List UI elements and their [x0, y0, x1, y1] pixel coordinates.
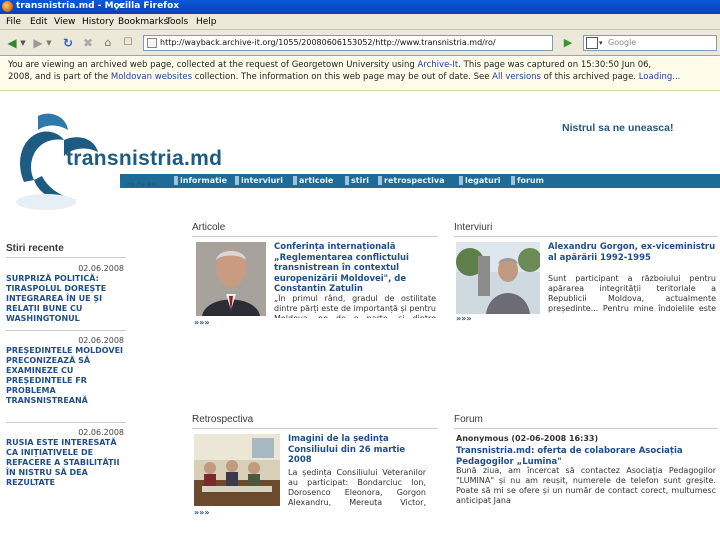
wayback-text: You are viewing an archived web page, co…: [8, 60, 418, 70]
forum-author: Anonymous (02-06-2008 16:33): [456, 434, 599, 443]
nav-separator: [459, 176, 463, 185]
wayback-text: collection. The information on this web …: [192, 72, 493, 82]
nav-separator: [293, 176, 297, 185]
news-title-link[interactable]: PREȘEDINTELE MOLDOVEI PRECONIZEAZĂ SĂ EX…: [6, 346, 126, 406]
google-icon[interactable]: [586, 37, 598, 49]
divider: [192, 428, 438, 429]
navigation-toolbar: ◀ ▼ ▶ ▼ ↻ ✖ ⌂ ☐ http://wayback.archive-i…: [0, 30, 720, 56]
menu-tools[interactable]: Tools: [166, 17, 188, 27]
stiri-heading: Stiri recente: [6, 243, 64, 254]
retrospective-photo[interactable]: [194, 434, 280, 506]
search-placeholder: Google: [608, 38, 637, 47]
interview-more-link[interactable]: »»»: [456, 314, 472, 323]
divider: [6, 422, 126, 423]
chevron-down-icon[interactable]: ▾: [599, 36, 603, 50]
divider: [192, 236, 438, 237]
stop-icon[interactable]: ✖: [80, 35, 96, 51]
interview-title-link[interactable]: Alexandru Gorgon, ex-viceministru al apă…: [548, 242, 716, 263]
menu-edit[interactable]: Edit: [30, 17, 47, 27]
news-date: 02.06.2008: [78, 336, 124, 345]
site-nav-legaturi[interactable]: legaturi: [465, 176, 501, 185]
wayback-line-1: You are viewing an archived web page, co…: [8, 59, 720, 71]
menu-bookmarks[interactable]: Bookmarks: [118, 17, 168, 27]
back-arrow-icon[interactable]: ◀: [4, 35, 20, 51]
news-date: 02.06.2008: [78, 428, 124, 437]
bookmark-icon[interactable]: ☐: [120, 35, 136, 51]
go-arrow-icon[interactable]: ▶: [560, 35, 576, 51]
page-icon: [147, 38, 157, 48]
nav-separator: [345, 176, 349, 185]
site-nav-articole[interactable]: articole: [299, 176, 333, 185]
divider: [6, 330, 126, 331]
site-nav-interviuri[interactable]: interviuri: [241, 176, 283, 185]
firefox-icon: [2, 1, 13, 12]
articole-heading: Articole: [192, 222, 226, 233]
archive-it-link[interactable]: Archive-It: [418, 60, 459, 70]
news-title-link[interactable]: RUSIA ESTE INTERESATĂ CA INIȚIATIVELE DE…: [6, 438, 126, 488]
window-title: transnistria.md - Mozilla Firefox: [16, 1, 180, 11]
wayback-text: 2008, and is part of the: [8, 72, 111, 82]
retrospectiva-heading: Retrospectiva: [192, 414, 254, 425]
url-text: http://wayback.archive-it.org/1055/20080…: [160, 38, 496, 47]
window-titlebar: transnistria.md - Mozilla Firefox ➚: [0, 0, 720, 14]
wayback-text: of this archived page.: [540, 72, 639, 82]
wayback-text: . This page was captured on 15:30:50 Jun…: [458, 60, 652, 70]
nav-separator: [511, 176, 515, 185]
forum-post-title-link[interactable]: Transnistria.md: oferta de colaborare As…: [456, 446, 716, 467]
divider: [454, 236, 718, 237]
home-icon[interactable]: ⌂: [100, 35, 116, 51]
article-photo[interactable]: [196, 242, 266, 316]
site-motto: Nistrul sa ne uneasca!: [562, 122, 674, 134]
article-body-continued: »»»: [194, 318, 438, 368]
menu-view[interactable]: View: [54, 17, 75, 27]
wayback-banner: You are viewing an archived web page, co…: [0, 57, 720, 91]
forward-arrow-icon[interactable]: ▶: [30, 35, 46, 51]
search-box[interactable]: ▾ Google: [583, 35, 717, 51]
interview-body-continued: »»»: [456, 314, 718, 370]
chevron-down-icon[interactable]: ▼: [45, 35, 53, 51]
menu-bar: File Edit View History Bookmarks Tools H…: [0, 14, 720, 30]
menu-help[interactable]: Help: [196, 17, 217, 27]
menu-history[interactable]: History: [82, 17, 114, 27]
retrospective-body-continued: »»»: [194, 508, 438, 520]
collection-link[interactable]: Moldovan websites: [111, 72, 192, 82]
interview-photo[interactable]: [456, 242, 540, 314]
site-nav-retrospectiva[interactable]: retrospectiva: [384, 176, 444, 185]
site-logo[interactable]: transnistria.md: [66, 147, 222, 171]
interviuri-heading: Interviuri: [454, 222, 493, 233]
site-nav-informatie[interactable]: informatie: [180, 176, 227, 185]
nav-separator: [235, 176, 239, 185]
article-title-link[interactable]: Conferința internațională „Reglementarea…: [274, 242, 436, 295]
forum-post-body: Bună ziua, am încercat să contactez Asoc…: [456, 466, 716, 505]
interview-body: Sunt participant a războiului pentru apă…: [548, 274, 716, 313]
site-nav-stiri[interactable]: stiri: [351, 176, 369, 185]
divider: [6, 257, 126, 258]
divider: [454, 428, 718, 429]
mouse-cursor-icon: ➚: [114, 0, 124, 13]
article-body: „În primul rând, gradul de ostilitate di…: [274, 294, 436, 318]
chevron-down-icon[interactable]: ▼: [19, 35, 27, 51]
news-title-link[interactable]: SURPRIZĂ POLITICĂ: TIRASPOLUL DOREȘTE IN…: [6, 274, 126, 324]
news-date: 02.06.2008: [78, 264, 124, 273]
language-links[interactable]: ro ru en: [127, 180, 156, 188]
loading-link[interactable]: Loading...: [639, 72, 681, 82]
retrospective-more-link[interactable]: »»»: [194, 508, 210, 517]
article-more-link[interactable]: »»»: [194, 318, 210, 327]
site-nav-forum[interactable]: forum: [517, 176, 544, 185]
reload-icon[interactable]: ↻: [60, 35, 76, 51]
retrospective-title-link[interactable]: Imagini de la ședința Consiliului din 26…: [288, 434, 428, 466]
retrospective-body: La ședința Consiliului Veteranilor au pa…: [288, 468, 426, 506]
all-versions-link[interactable]: All versions: [492, 72, 541, 82]
nav-separator: [378, 176, 382, 185]
wayback-line-2: 2008, and is part of the Moldovan websit…: [8, 71, 720, 83]
site-header: transnistria.md Nistrul sa ne uneasca! r…: [0, 92, 720, 222]
nav-separator: [174, 176, 178, 185]
menu-file[interactable]: File: [6, 17, 21, 27]
address-bar[interactable]: http://wayback.archive-it.org/1055/20080…: [143, 35, 553, 51]
forum-heading: Forum: [454, 414, 483, 425]
